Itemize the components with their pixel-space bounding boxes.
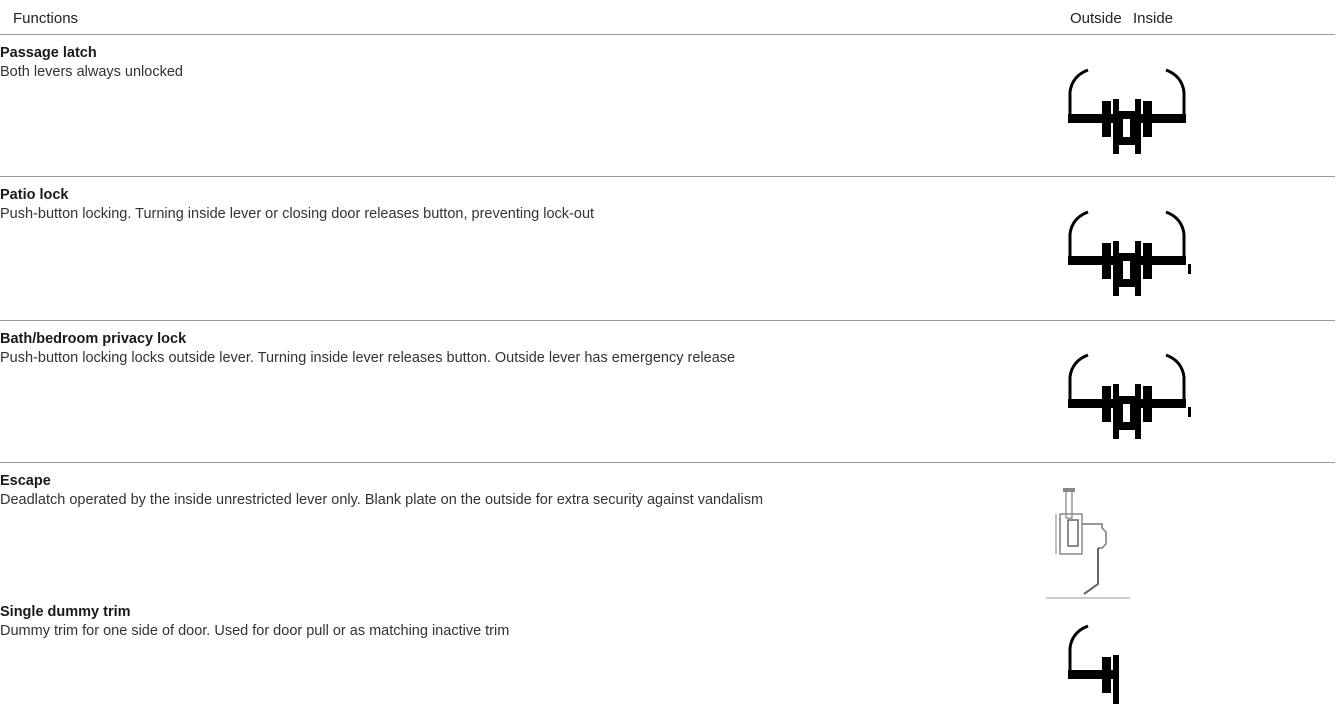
- row-description-escape: Deadlatch operated by the inside unrestr…: [0, 492, 764, 508]
- row-title-single-dummy-trim: Single dummy trim: [0, 604, 131, 620]
- row-description-privacy-lock: Push-button locking locks outside lever.…: [0, 350, 736, 366]
- row-divider: [0, 176, 1335, 177]
- row-title-passage-latch: Passage latch: [0, 45, 97, 61]
- single-lever-icon: [1068, 624, 1119, 704]
- row-title-patio-lock: Patio lock: [0, 187, 69, 203]
- outside-column-header: Outside: [1070, 10, 1122, 27]
- double-lever-pushbutton-icon: [1068, 353, 1191, 439]
- row-description-passage-latch: Both levers always unlocked: [0, 64, 183, 80]
- row-divider: [0, 462, 1335, 463]
- functions-column-header: Functions: [13, 10, 79, 27]
- single-lever-sketch-icon: [1046, 484, 1130, 600]
- row-title-privacy-lock: Bath/bedroom privacy lock: [0, 331, 187, 347]
- row-divider: [0, 320, 1335, 321]
- header-divider: [0, 34, 1335, 35]
- row-description-patio-lock: Push-button locking. Turning inside leve…: [0, 206, 595, 222]
- double-lever-icon: [1068, 68, 1186, 154]
- double-lever-pushbutton-icon: [1068, 210, 1191, 296]
- row-description-single-dummy-trim: Dummy trim for one side of door. Used fo…: [0, 623, 510, 639]
- row-title-escape: Escape: [0, 473, 51, 489]
- inside-column-header: Inside: [1133, 10, 1174, 27]
